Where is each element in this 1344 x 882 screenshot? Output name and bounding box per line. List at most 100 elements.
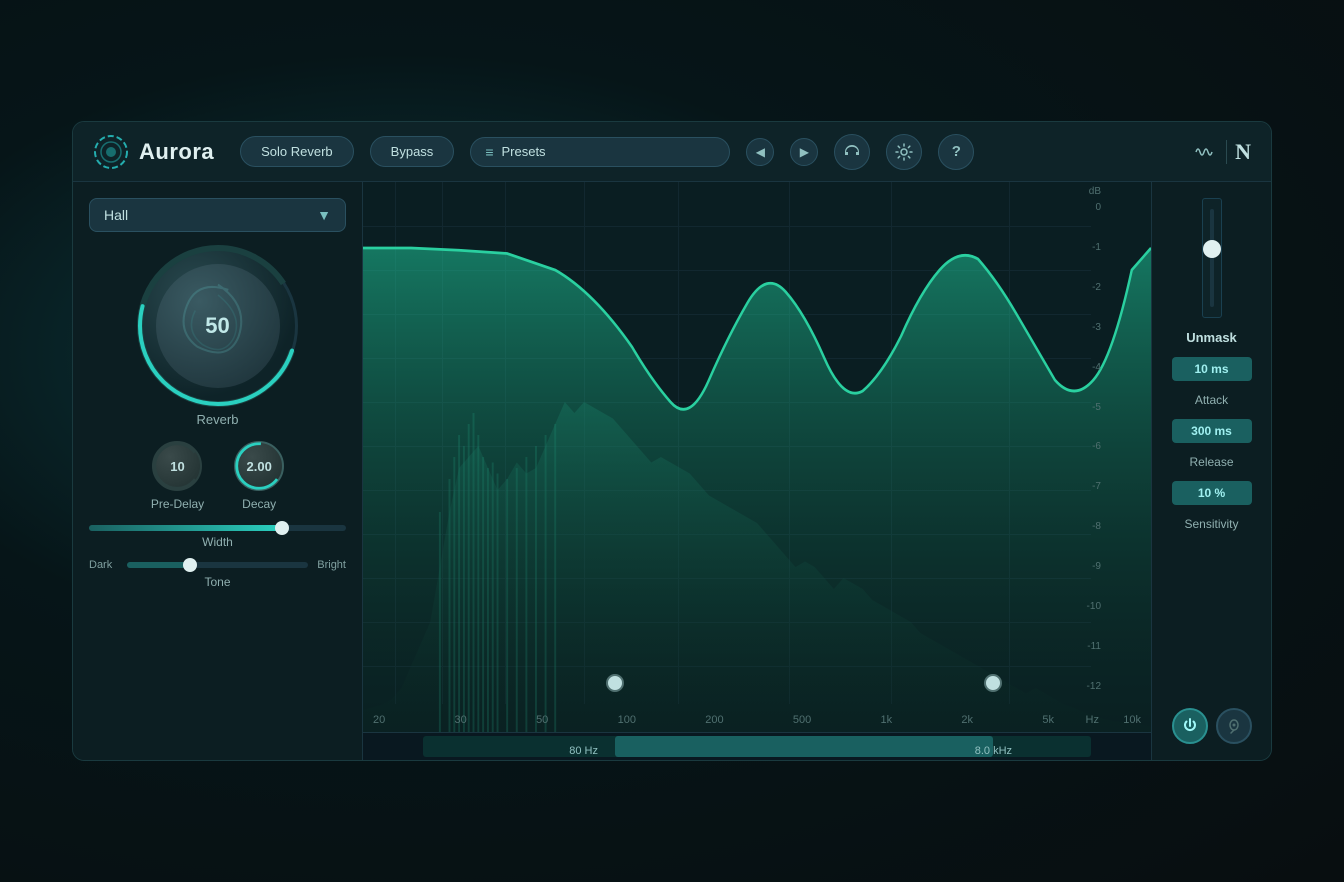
presets-list-icon: ≡	[485, 144, 493, 160]
main-content: Hall ▼ 50	[73, 182, 1271, 760]
tone-dark-label: Dark	[89, 559, 121, 571]
attack-value-btn[interactable]: 10 ms	[1172, 357, 1252, 381]
db-8: -8	[1087, 521, 1101, 532]
decay-knob[interactable]: 2.00	[234, 441, 284, 491]
width-thumb[interactable]	[275, 521, 289, 535]
high-freq-handle[interactable]	[984, 674, 1002, 692]
knob-inner: 50	[156, 264, 280, 388]
pre-delay-knob[interactable]: 10	[152, 441, 202, 491]
freq-500: 500	[793, 714, 811, 726]
tone-slider[interactable]	[127, 562, 308, 568]
tone-bright-label: Bright	[314, 559, 346, 571]
prev-preset-button[interactable]: ◀	[746, 138, 774, 166]
db-axis: dB 0 -1 -2 -3 -4 -5 -6 -7 -8 -9 -10 -11 …	[1087, 202, 1101, 692]
decay-group: 2.00 Decay	[234, 441, 284, 511]
reverb-knob[interactable]: 50	[138, 246, 298, 406]
app-title: Aurora	[139, 139, 214, 165]
power-button[interactable]	[1172, 708, 1208, 744]
solo-reverb-button[interactable]: Solo Reverb	[240, 136, 354, 167]
db-unit: dB	[1089, 186, 1101, 197]
plugin-window: Aurora Solo Reverb Bypass ≡ Presets ◀ ▶ …	[72, 121, 1272, 761]
header: Aurora Solo Reverb Bypass ≡ Presets ◀ ▶ …	[73, 122, 1271, 182]
settings-icon	[895, 143, 913, 161]
db-9: -9	[1087, 561, 1101, 572]
header-divider	[1226, 140, 1227, 164]
room-type-arrow: ▼	[317, 207, 331, 223]
presets-label: Presets	[501, 144, 715, 159]
help-icon: ?	[952, 143, 961, 160]
ni-logo-text: N	[1235, 139, 1251, 165]
power-icon	[1182, 718, 1198, 734]
waveform-icon	[1194, 142, 1218, 162]
ear-button[interactable]	[1216, 708, 1252, 744]
high-freq-label: 8.0 kHz	[975, 745, 1012, 757]
bottom-icon-row	[1172, 708, 1252, 744]
db-0: 0	[1087, 202, 1101, 213]
logo-area: Aurora	[93, 134, 214, 170]
db-5: -5	[1087, 402, 1101, 413]
db-1: -1	[1087, 242, 1101, 253]
help-button[interactable]: ?	[938, 134, 974, 170]
presets-area[interactable]: ≡ Presets	[470, 137, 730, 167]
freq-range-fill	[615, 736, 993, 757]
header-right: N	[1194, 139, 1251, 165]
db-12: -12	[1087, 681, 1101, 692]
db-7: -7	[1087, 481, 1101, 492]
right-panel: Unmask 10 ms Attack 300 ms Release 10 % …	[1151, 182, 1271, 760]
db-3: -3	[1087, 322, 1101, 333]
sensitivity-label: Sensitivity	[1184, 517, 1238, 531]
decay-arc	[233, 440, 285, 492]
tone-row: Dark Bright	[89, 559, 346, 571]
small-knobs-row: 10 Pre-Delay 2.00 Decay	[89, 441, 346, 511]
freq-200: 200	[705, 714, 723, 726]
unmask-label: Unmask	[1186, 330, 1237, 345]
freq-range-bar: 80 Hz 8.0 kHz	[363, 732, 1151, 760]
reverb-value: 50	[205, 313, 229, 339]
freq-labels: 20 30 50 100 200 500 1k 2k 5k 10k	[363, 714, 1151, 726]
bypass-button[interactable]: Bypass	[370, 136, 455, 167]
pre-delay-arc	[151, 440, 203, 492]
freq-2k: 2k	[961, 714, 973, 726]
tone-slider-row: Dark Bright Tone	[89, 559, 346, 589]
ni-logo-area: N	[1194, 139, 1251, 165]
low-freq-handle[interactable]	[606, 674, 624, 692]
release-value-btn[interactable]: 300 ms	[1172, 419, 1252, 443]
tone-fill	[127, 562, 190, 568]
freq-100: 100	[618, 714, 636, 726]
sensitivity-value-btn[interactable]: 10 %	[1172, 481, 1252, 505]
low-freq-label: 80 Hz	[569, 745, 598, 757]
width-slider[interactable]	[89, 525, 346, 531]
eq-display: dB 0 -1 -2 -3 -4 -5 -6 -7 -8 -9 -10 -11 …	[363, 182, 1151, 732]
settings-button[interactable]	[886, 134, 922, 170]
freq-30: 30	[455, 714, 467, 726]
db-10: -10	[1087, 601, 1101, 612]
fader-thumb[interactable]	[1203, 240, 1221, 258]
db-11: -11	[1087, 641, 1101, 652]
headphone-icon	[843, 143, 861, 161]
freq-10k: 10k	[1123, 714, 1141, 726]
vertical-fader[interactable]	[1202, 198, 1222, 318]
freq-1k: 1k	[881, 714, 893, 726]
slider-section: Width Dark Bright Tone	[89, 525, 346, 589]
attack-label: Attack	[1195, 393, 1228, 407]
freq-5k: 5k	[1042, 714, 1054, 726]
pre-delay-label: Pre-Delay	[151, 497, 204, 511]
eq-curve-svg	[363, 182, 1151, 732]
room-type-select[interactable]: Hall ▼	[89, 198, 346, 232]
tone-center-label: Tone	[89, 575, 346, 589]
room-type-value: Hall	[104, 207, 128, 223]
db-4: -4	[1087, 362, 1101, 373]
aurora-logo-icon	[93, 134, 129, 170]
db-6: -6	[1087, 441, 1101, 452]
pre-delay-group: 10 Pre-Delay	[151, 441, 204, 511]
width-slider-row: Width	[89, 525, 346, 549]
tone-thumb[interactable]	[183, 558, 197, 572]
center-panel: dB 0 -1 -2 -3 -4 -5 -6 -7 -8 -9 -10 -11 …	[363, 182, 1151, 760]
decay-label: Decay	[242, 497, 276, 511]
next-preset-button[interactable]: ▶	[790, 138, 818, 166]
freq-50: 50	[536, 714, 548, 726]
width-fill	[89, 525, 282, 531]
freq-20: 20	[373, 714, 385, 726]
fader-section	[1202, 198, 1222, 318]
headphone-button[interactable]	[834, 134, 870, 170]
